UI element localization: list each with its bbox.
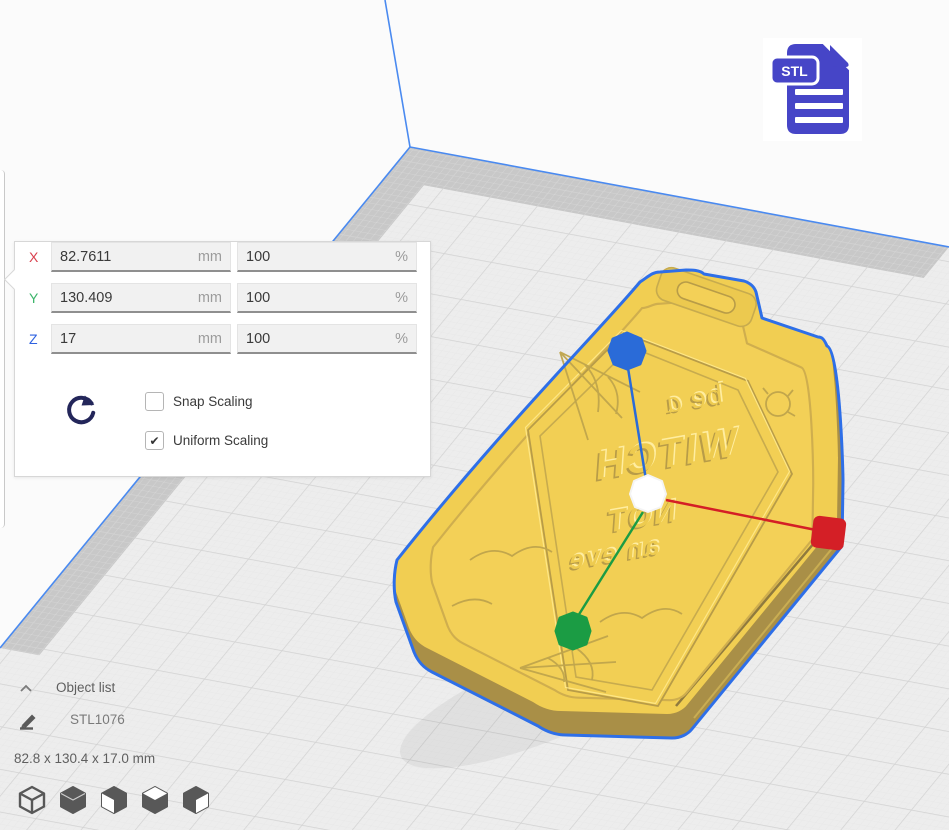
reset-scale-button[interactable] bbox=[61, 390, 101, 430]
scale-handle-y[interactable] bbox=[556, 613, 590, 649]
view-button-right[interactable] bbox=[180, 784, 212, 816]
snap-scaling-row: Snap Scaling bbox=[145, 392, 268, 411]
stl-file-badge: STL bbox=[763, 38, 862, 141]
axis-z-label: Z bbox=[29, 331, 51, 347]
scale-z-percent-input[interactable]: 100 % bbox=[237, 324, 417, 354]
pencil-icon bbox=[18, 708, 44, 730]
scale-x-percent: 100 bbox=[246, 249, 270, 265]
uniform-check-glyph: ✔ bbox=[149, 435, 159, 447]
cube-top-face-icon bbox=[139, 784, 171, 816]
axis-x-label: X bbox=[29, 249, 51, 265]
stl-badge-label: STL bbox=[781, 63, 808, 79]
scale-row-z: Z 17 mm 100 % bbox=[29, 324, 430, 354]
scale-z-value: 17 bbox=[60, 331, 76, 347]
scale-x-value: 82.7611 bbox=[60, 249, 111, 265]
uniform-scaling-label: Uniform Scaling bbox=[173, 433, 268, 448]
object-list-header[interactable]: Object list bbox=[14, 680, 115, 695]
scale-y-value: 130.409 bbox=[60, 290, 112, 306]
view-button-left[interactable] bbox=[139, 784, 171, 816]
scale-x-unit: mm bbox=[198, 249, 222, 265]
scale-y-mm-input[interactable]: 130.409 mm bbox=[51, 283, 231, 313]
scale-y-unit: mm bbox=[198, 290, 222, 306]
view-button-top[interactable] bbox=[98, 784, 130, 816]
scale-handle-z[interactable] bbox=[609, 333, 645, 369]
view-orientation-bar bbox=[16, 784, 212, 816]
scale-y-percent-input[interactable]: 100 % bbox=[237, 283, 417, 313]
cube-outline-icon bbox=[16, 784, 48, 816]
axis-y-label: Y bbox=[29, 290, 51, 306]
cube-right-face-icon bbox=[180, 784, 212, 816]
uniform-scaling-checkbox[interactable]: ✔ bbox=[145, 431, 164, 450]
scale-handle-x[interactable] bbox=[810, 515, 847, 551]
scale-z-percent-unit: % bbox=[395, 331, 408, 347]
object-list-item[interactable]: STL1076 bbox=[18, 708, 125, 730]
scale-tool-panel: X 82.7611 mm 100 % Y 130.409 mm 100 % Z bbox=[14, 241, 431, 477]
scale-y-percent-unit: % bbox=[395, 290, 408, 306]
toolbar-edge bbox=[0, 170, 5, 528]
application-window: be a be a be a WITCH WITCH WITCH NOT NOT… bbox=[0, 0, 949, 830]
scale-x-percent-input[interactable]: 100 % bbox=[237, 242, 417, 272]
cube-solid-icon bbox=[57, 784, 89, 816]
scale-z-mm-input[interactable]: 17 mm bbox=[51, 324, 231, 354]
snap-scaling-checkbox[interactable] bbox=[145, 392, 164, 411]
model-dimensions: 82.8 x 130.4 x 17.0 mm bbox=[14, 751, 155, 766]
scale-x-mm-input[interactable]: 82.7611 mm bbox=[51, 242, 231, 272]
object-list-title: Object list bbox=[56, 680, 115, 695]
cube-front-face-icon bbox=[98, 784, 130, 816]
reset-icon bbox=[61, 390, 101, 430]
chevron-up-icon bbox=[18, 683, 34, 693]
scale-y-percent: 100 bbox=[246, 290, 270, 306]
scale-z-unit: mm bbox=[198, 331, 222, 347]
object-list-item-name: STL1076 bbox=[70, 712, 125, 727]
view-button-front[interactable] bbox=[57, 784, 89, 816]
scale-row-y: Y 130.409 mm 100 % bbox=[29, 283, 430, 313]
scale-x-percent-unit: % bbox=[395, 249, 408, 265]
view-button-3d[interactable] bbox=[16, 784, 48, 816]
uniform-scaling-row: ✔ Uniform Scaling bbox=[145, 431, 268, 450]
scale-row-x: X 82.7611 mm 100 % bbox=[29, 242, 430, 272]
scale-handle-center[interactable] bbox=[630, 475, 666, 512]
scale-z-percent: 100 bbox=[246, 331, 270, 347]
snap-scaling-label: Snap Scaling bbox=[173, 394, 253, 409]
